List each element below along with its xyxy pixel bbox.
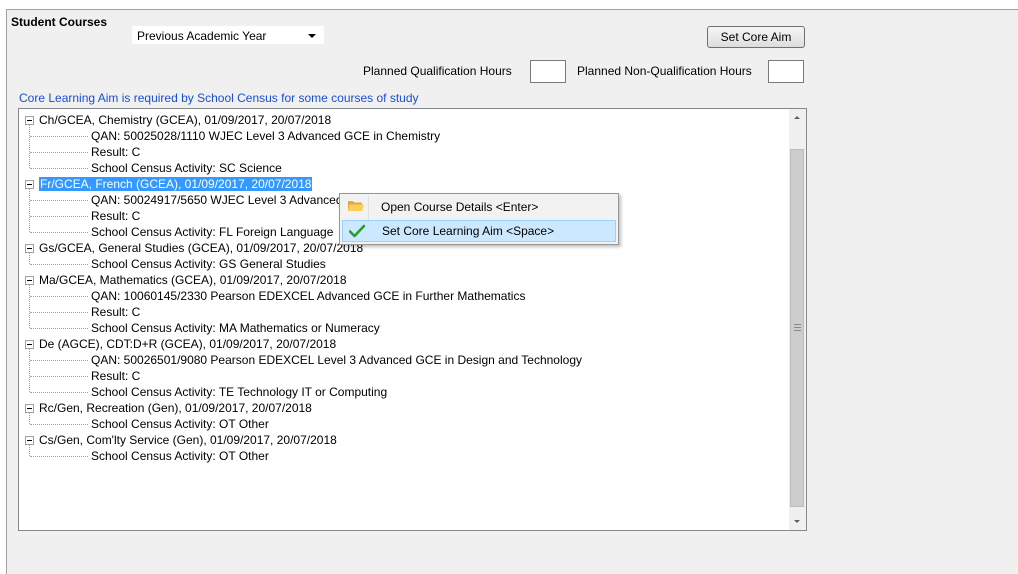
course-node-label: De (AGCE), CDT:D+R (GCEA), 01/09/2017, 2… <box>39 337 337 351</box>
folder-icon <box>348 201 364 211</box>
course-detail-item[interactable]: School Census Activity: MA Mathematics o… <box>91 320 380 336</box>
planned-qualification-hours-label: Planned Qualification Hours <box>363 64 512 78</box>
course-detail-item[interactable]: School Census Activity: FL Foreign Langu… <box>91 224 333 240</box>
course-detail-item[interactable]: Result: C <box>91 368 140 384</box>
collapse-icon[interactable] <box>25 436 34 445</box>
context-menu: Open Course Details <Enter> Set Core Lea… <box>339 193 619 245</box>
course-node-label: Ma/GCEA, Mathematics (GCEA), 01/09/2017,… <box>39 273 347 287</box>
planned-non-qualification-hours-field[interactable] <box>768 60 804 83</box>
collapse-icon[interactable] <box>25 244 34 253</box>
course-node[interactable]: De (AGCE), CDT:D+R (GCEA), 01/09/2017, 2… <box>39 336 336 352</box>
page-title: Student Courses <box>11 15 108 29</box>
course-detail-item[interactable]: School Census Activity: SC Science <box>91 160 282 176</box>
course-node-label: Gs/GCEA, General Studies (GCEA), 01/09/2… <box>39 241 364 255</box>
course-detail-item[interactable]: Result: C <box>91 144 140 160</box>
collapse-icon[interactable] <box>25 404 34 413</box>
academic-year-select[interactable]: Previous Academic Year <box>131 25 325 45</box>
academic-year-value: Previous Academic Year <box>137 29 267 43</box>
planned-non-qualification-hours-label: Planned Non-Qualification Hours <box>577 64 752 78</box>
vertical-scrollbar[interactable] <box>789 109 806 530</box>
course-node-label: Rc/Gen, Recreation (Gen), 01/09/2017, 20… <box>39 401 312 415</box>
scrollbar-thumb[interactable] <box>790 149 804 507</box>
course-node-label: Ch/GCEA, Chemistry (GCEA), 01/09/2017, 2… <box>39 113 332 127</box>
checkmark-icon <box>349 224 365 238</box>
course-node[interactable]: Gs/GCEA, General Studies (GCEA), 01/09/2… <box>39 240 363 256</box>
menu-item-open-course-details[interactable]: Open Course Details <Enter> <box>342 196 616 218</box>
course-detail-item[interactable]: QAN: 50025028/1110 WJEC Level 3 Advanced… <box>91 128 440 144</box>
course-node[interactable]: Ma/GCEA, Mathematics (GCEA), 01/09/2017,… <box>39 272 347 288</box>
course-detail-item[interactable]: QAN: 50026501/9080 Pearson EDEXCEL Level… <box>91 352 582 368</box>
core-aim-info-text: Core Learning Aim is required by School … <box>19 91 419 105</box>
course-node[interactable]: Fr/GCEA, French (GCEA), 01/09/2017, 20/0… <box>39 176 313 192</box>
course-node-label: Fr/GCEA, French (GCEA), 01/09/2017, 20/0… <box>39 177 313 191</box>
course-node[interactable]: Cs/Gen, Com'lty Service (Gen), 01/09/201… <box>39 432 337 448</box>
scroll-up-icon[interactable] <box>789 109 806 126</box>
course-detail-item[interactable]: Result: C <box>91 208 140 224</box>
collapse-icon[interactable] <box>25 180 34 189</box>
set-core-aim-button[interactable]: Set Core Aim <box>707 26 805 48</box>
menu-item-label: Set Core Learning Aim <Space> <box>382 224 555 238</box>
course-detail-item[interactable]: School Census Activity: TE Technology IT… <box>91 384 387 400</box>
course-detail-item[interactable]: School Census Activity: OT Other <box>91 416 269 432</box>
collapse-icon[interactable] <box>25 276 34 285</box>
course-detail-item[interactable]: QAN: 10060145/2330 Pearson EDEXCEL Advan… <box>91 288 525 304</box>
course-tree[interactable]: Ch/GCEA, Chemistry (GCEA), 01/09/2017, 2… <box>18 108 807 531</box>
collapse-icon[interactable] <box>25 340 34 349</box>
course-detail-item[interactable]: School Census Activity: GS General Studi… <box>91 256 326 272</box>
course-detail-item[interactable]: Result: C <box>91 304 140 320</box>
menu-item-set-core-learning-aim[interactable]: Set Core Learning Aim <Space> <box>342 220 616 242</box>
course-node-label: Cs/Gen, Com'lty Service (Gen), 01/09/201… <box>39 433 337 447</box>
menu-item-label: Open Course Details <Enter> <box>381 200 539 214</box>
collapse-icon[interactable] <box>25 116 34 125</box>
course-node[interactable]: Ch/GCEA, Chemistry (GCEA), 01/09/2017, 2… <box>39 112 331 128</box>
chevron-down-icon[interactable] <box>308 34 316 38</box>
course-detail-item[interactable]: School Census Activity: OT Other <box>91 448 269 464</box>
scroll-down-icon[interactable] <box>789 513 806 530</box>
planned-qualification-hours-field[interactable] <box>530 60 566 83</box>
course-node[interactable]: Rc/Gen, Recreation (Gen), 01/09/2017, 20… <box>39 400 312 416</box>
